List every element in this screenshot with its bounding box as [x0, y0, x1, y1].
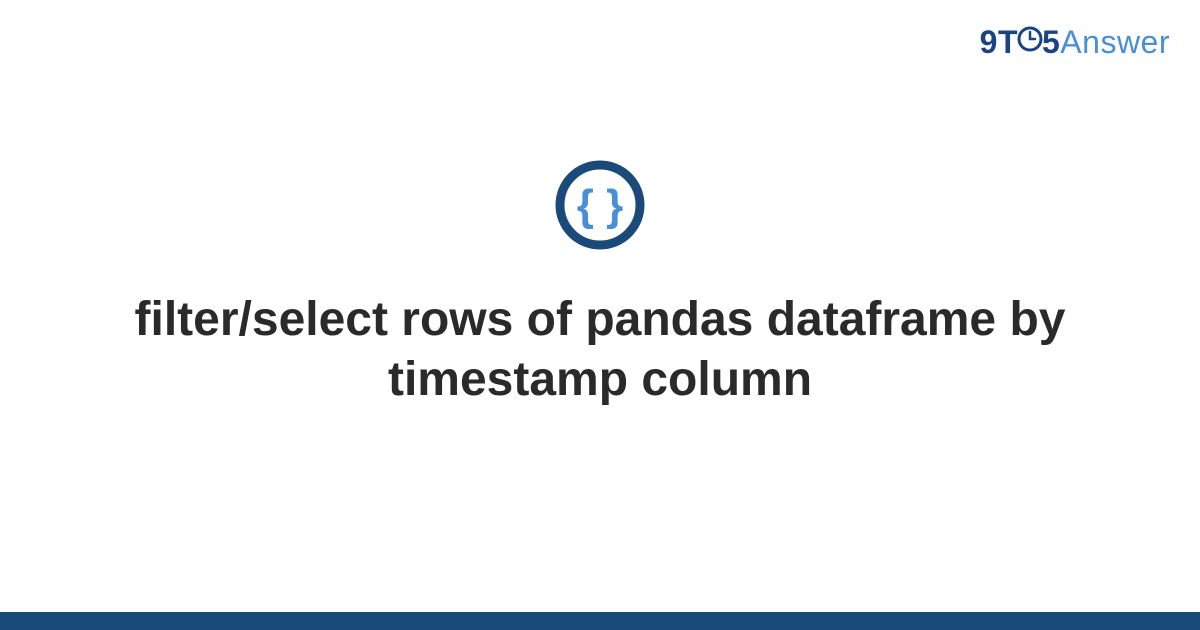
brand-text-part3: Answer — [1060, 24, 1170, 60]
brand-text-part2: 5 — [1042, 24, 1060, 60]
page-title: filter/select rows of pandas dataframe b… — [0, 290, 1200, 410]
brand-text-part1: 9T — [980, 24, 1018, 60]
site-brand: 9T 5Answer — [980, 24, 1170, 63]
bottom-accent-bar — [0, 612, 1200, 630]
code-braces-icon: { } — [553, 158, 647, 252]
clock-icon — [1016, 24, 1044, 61]
svg-text:{ }: { } — [577, 181, 623, 230]
